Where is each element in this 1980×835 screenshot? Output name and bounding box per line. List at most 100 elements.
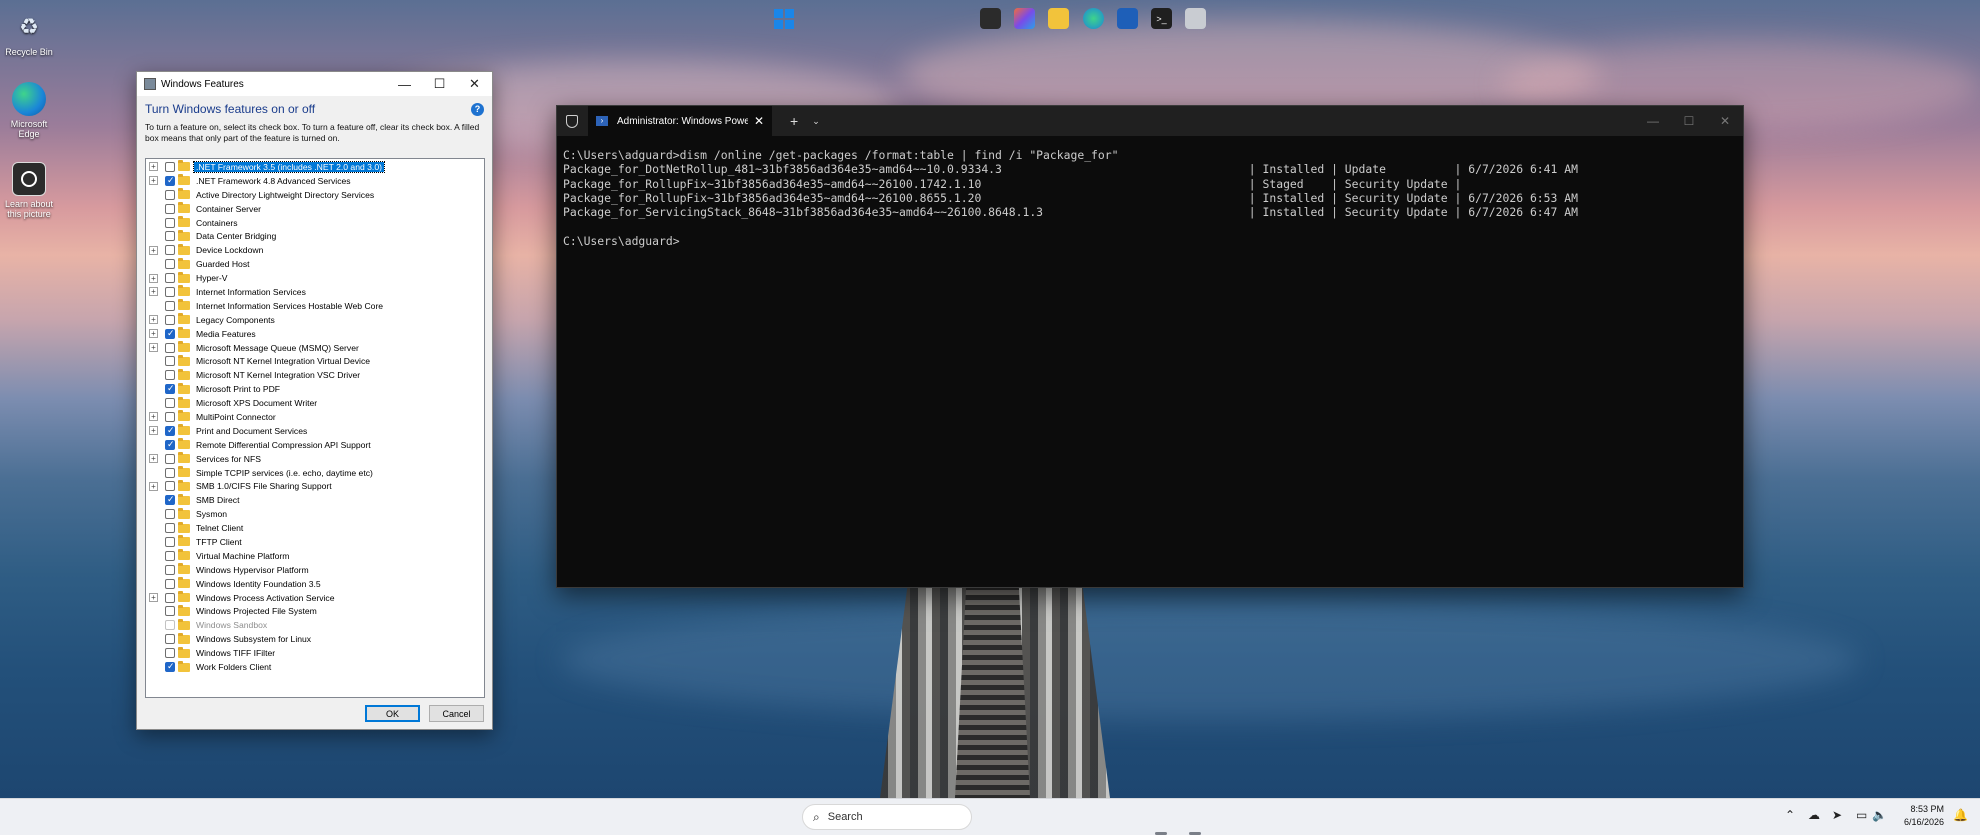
feature-checkbox[interactable] <box>165 564 175 575</box>
onedrive-icon[interactable]: ☁ <box>1808 808 1820 822</box>
feature-checkbox[interactable] <box>165 398 175 409</box>
feature-row[interactable]: + Hyper-V <box>146 271 484 285</box>
desktop-icon-recycle-bin[interactable]: ♻ Recycle Bin <box>2 10 56 58</box>
feature-row[interactable]: Container Server <box>146 202 484 216</box>
new-tab-icon[interactable]: + <box>790 113 798 129</box>
desktop-icon-learn-picture[interactable]: Learn about this picture <box>2 162 56 219</box>
terminal-output[interactable]: C:\Users\adguard>dism /online /get-packa… <box>557 136 1743 260</box>
feature-checkbox[interactable] <box>165 661 175 672</box>
feature-row[interactable]: Simple TCPIP services (i.e. echo, daytim… <box>146 466 484 480</box>
network-icon[interactable]: ▭ <box>1856 808 1867 822</box>
taskbar-search[interactable]: ⌕ Search <box>802 804 972 830</box>
chevron-up-icon[interactable]: ⌃ <box>1785 808 1795 822</box>
feature-row[interactable]: Windows Projected File System <box>146 604 484 619</box>
expand-plus-icon[interactable]: + <box>149 245 158 255</box>
expand-plus-icon[interactable]: + <box>149 273 158 283</box>
feature-checkbox[interactable] <box>165 425 175 436</box>
close-icon[interactable]: ✕ <box>1707 114 1743 128</box>
ok-button[interactable]: OK <box>365 705 420 722</box>
feature-checkbox[interactable] <box>165 328 175 339</box>
feature-checkbox[interactable] <box>165 161 175 172</box>
expand-plus-icon[interactable]: + <box>149 412 158 422</box>
expand-plus-icon[interactable]: + <box>149 343 158 353</box>
terminal-tab[interactable]: › Administrator: Windows Powe ✕ <box>588 106 772 136</box>
chevron-down-icon[interactable]: ⌄ <box>812 116 820 127</box>
expand-plus-icon[interactable]: + <box>149 329 158 339</box>
feature-checkbox[interactable] <box>165 509 175 520</box>
feature-row[interactable]: Remote Differential Compression API Supp… <box>146 438 484 452</box>
edge-icon[interactable] <box>1083 8 1104 29</box>
terminal-tab-bar[interactable]: › Administrator: Windows Powe ✕ + ⌄ — ☐ … <box>557 106 1743 136</box>
feature-row[interactable]: + MultiPoint Connector <box>146 410 484 424</box>
feature-row[interactable]: Containers <box>146 216 484 230</box>
feature-row[interactable]: + Device Lockdown <box>146 243 484 257</box>
help-icon[interactable]: ? <box>471 102 484 116</box>
feature-row[interactable]: Microsoft XPS Document Writer <box>146 396 484 410</box>
feature-row[interactable]: Virtual Machine Platform <box>146 549 484 563</box>
feature-row[interactable]: Microsoft Print to PDF <box>146 382 484 396</box>
feature-checkbox[interactable] <box>165 536 175 547</box>
feature-row[interactable]: Sysmon <box>146 507 484 521</box>
feature-row[interactable]: Data Center Bridging <box>146 229 484 243</box>
feature-row[interactable]: + SMB 1.0/CIFS File Sharing Support <box>146 479 484 493</box>
feature-checkbox[interactable] <box>165 300 175 311</box>
maximize-icon[interactable]: ☐ <box>422 72 457 96</box>
feature-row[interactable]: Windows Sandbox <box>146 618 484 632</box>
volume-icon[interactable]: 🔈 <box>1872 808 1887 822</box>
feature-row[interactable]: + Windows Process Activation Service <box>146 591 484 605</box>
expand-plus-icon[interactable]: + <box>149 426 158 436</box>
feature-row[interactable]: Work Folders Client <box>146 660 484 674</box>
feature-row[interactable]: Internet Information Services Hostable W… <box>146 299 484 313</box>
feature-row[interactable]: Windows Hypervisor Platform <box>146 563 484 577</box>
taskbar-clock[interactable]: 8:53 PM 6/16/2026 <box>1888 803 1944 829</box>
feature-checkbox[interactable] <box>165 217 175 228</box>
feature-checkbox[interactable] <box>165 314 175 325</box>
start-button[interactable] <box>773 8 794 29</box>
feature-row[interactable]: + Media Features <box>146 327 484 341</box>
feature-row[interactable]: Microsoft NT Kernel Integration Virtual … <box>146 354 484 368</box>
feature-checkbox[interactable] <box>165 342 175 353</box>
feature-checkbox[interactable] <box>165 453 175 464</box>
close-icon[interactable]: ✕ <box>457 72 492 96</box>
feature-checkbox[interactable] <box>165 606 175 617</box>
expand-plus-icon[interactable]: + <box>149 481 158 491</box>
store-icon[interactable] <box>1117 8 1138 29</box>
feature-row[interactable]: + Legacy Components <box>146 313 484 327</box>
terminal-taskbar-icon[interactable]: >_ <box>1151 8 1172 29</box>
expand-plus-icon[interactable]: + <box>149 454 158 464</box>
feature-checkbox[interactable] <box>165 439 175 450</box>
feature-checkbox[interactable] <box>165 494 175 506</box>
feature-row[interactable]: + .NET Framework 4.8 Advanced Services <box>146 174 484 188</box>
feature-row[interactable]: Microsoft NT Kernel Integration VSC Driv… <box>146 368 484 382</box>
feature-row[interactable]: SMB Direct <box>146 493 484 507</box>
feature-checkbox[interactable] <box>165 467 175 478</box>
feature-row[interactable]: Active Directory Lightweight Directory S… <box>146 188 484 202</box>
cancel-button[interactable]: Cancel <box>429 705 484 722</box>
feature-checkbox[interactable] <box>165 481 175 492</box>
title-bar[interactable]: Windows Features — ☐ ✕ <box>137 72 492 96</box>
feature-checkbox[interactable] <box>165 523 175 534</box>
notification-bell-icon[interactable]: 🔔 <box>1953 808 1968 822</box>
feature-checkbox[interactable] <box>165 578 175 589</box>
feature-row[interactable]: Windows Identity Foundation 3.5 <box>146 577 484 591</box>
feature-checkbox[interactable] <box>165 286 175 297</box>
feature-checkbox[interactable] <box>165 383 175 395</box>
feature-checkbox[interactable] <box>165 370 175 381</box>
feature-row[interactable]: TFTP Client <box>146 535 484 549</box>
minimize-icon[interactable]: — <box>387 72 422 96</box>
expand-plus-icon[interactable]: + <box>149 176 158 186</box>
copilot-icon[interactable] <box>1014 8 1035 29</box>
feature-checkbox[interactable] <box>165 231 175 242</box>
expand-plus-icon[interactable]: + <box>149 287 158 297</box>
feature-checkbox[interactable] <box>165 273 175 284</box>
minimize-icon[interactable]: — <box>1635 114 1671 128</box>
feature-checkbox[interactable] <box>165 259 175 270</box>
feature-checkbox[interactable] <box>165 203 175 214</box>
expand-plus-icon[interactable]: + <box>149 162 158 172</box>
task-view-icon[interactable] <box>980 8 1001 29</box>
feature-row[interactable]: + Services for NFS <box>146 452 484 466</box>
location-icon[interactable]: ➤ <box>1832 808 1842 822</box>
feature-checkbox[interactable] <box>165 189 175 200</box>
close-tab-icon[interactable]: ✕ <box>754 114 764 128</box>
feature-checkbox[interactable] <box>165 550 175 561</box>
